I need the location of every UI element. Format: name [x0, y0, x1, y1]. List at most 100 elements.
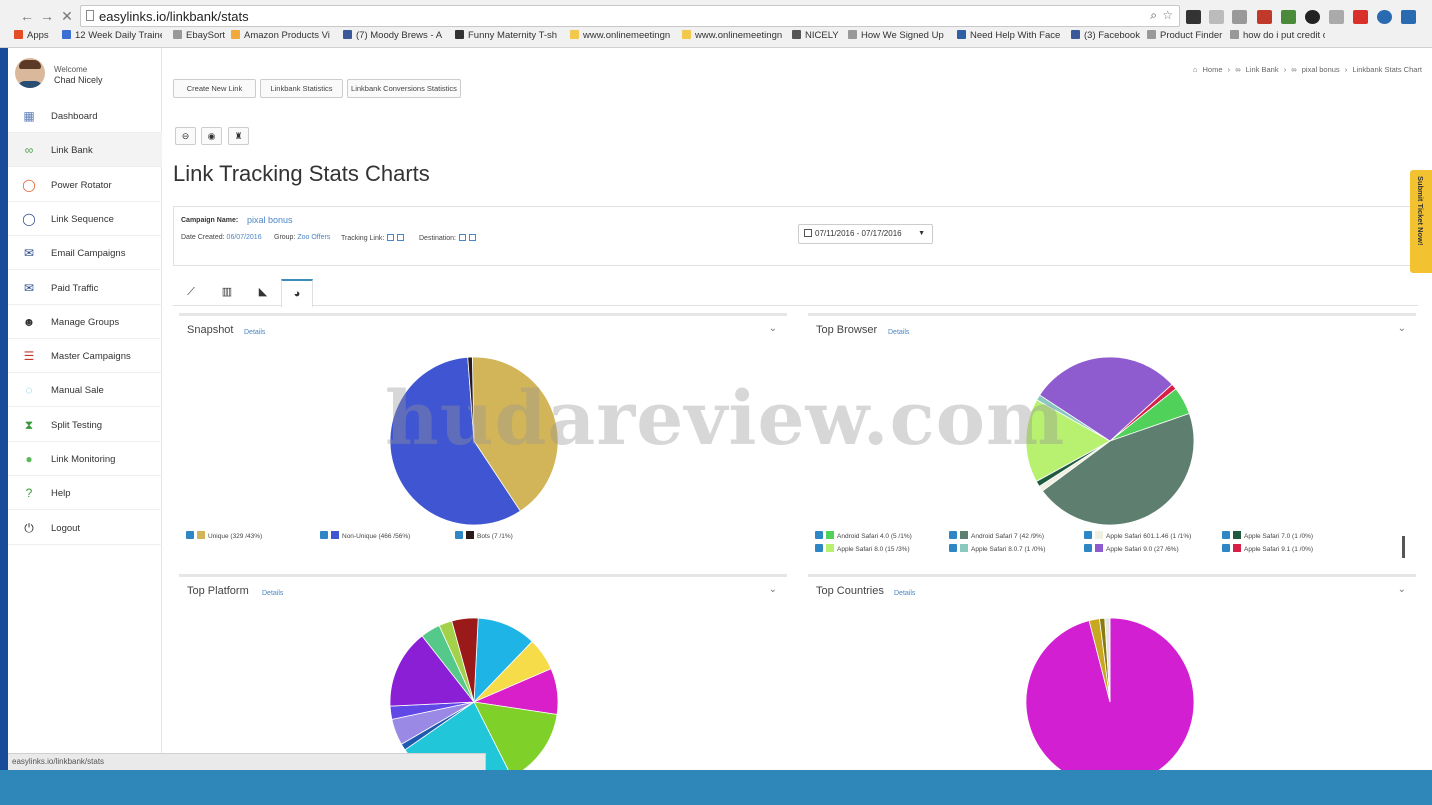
checkbox-icon[interactable] [949, 531, 957, 539]
legend-item[interactable]: Apple Safari 9.1 (1 /0%) [1222, 544, 1313, 553]
sidebar-item-manual-sale[interactable]: ◌ Manual Sale [8, 373, 162, 408]
bookmark-item[interactable]: NICELY [792, 30, 840, 41]
bookmark-item[interactable]: Need Help With Face [957, 30, 1062, 41]
linkbank-statistics-button[interactable]: Linkbank Statistics [260, 79, 343, 98]
date-created: Date Created: 06/07/2016 [181, 234, 262, 241]
back-icon[interactable]: ← [18, 7, 36, 25]
legend-item[interactable]: Apple Safari 601.1.46 (1 /1%) [1084, 531, 1191, 540]
checkbox-icon[interactable] [186, 531, 194, 539]
legend-scrollbar[interactable] [1402, 536, 1405, 558]
star-icon[interactable]: ☆ [1162, 8, 1173, 22]
bookmark-item[interactable]: how do i put credit c [1230, 30, 1325, 41]
chevron-down-icon[interactable]: ⌄ [769, 584, 777, 595]
legend-item[interactable]: Apple Safari 7.0 (1 /0%) [1222, 531, 1313, 540]
checkbox-icon[interactable] [455, 531, 463, 539]
campaign-name-link[interactable]: pixal bonus [247, 215, 293, 225]
extension-icon[interactable] [1281, 10, 1296, 24]
checkbox-icon[interactable] [320, 531, 328, 539]
checkbox-icon[interactable] [1084, 544, 1092, 552]
sidebar-item-split-testing[interactable]: ⧗ Split Testing [8, 408, 162, 442]
linkbank-conversions-button[interactable]: Linkbank Conversions Statistics [347, 79, 461, 98]
chevron-down-icon[interactable]: ⌄ [769, 323, 777, 334]
search-icon[interactable]: ⌕ [1150, 8, 1157, 23]
details-link[interactable]: Details [244, 329, 265, 336]
details-link[interactable]: Details [894, 590, 915, 597]
stop-loading-icon[interactable]: ✕ [58, 7, 76, 25]
sidebar-item-logout[interactable]: ⏻ Logout [8, 511, 162, 545]
bookmark-item[interactable]: How We Signed Up [848, 30, 948, 41]
sidebar: Welcome Chad Nicely ▦ Dashboard ∞ Link Bank… [8, 48, 162, 770]
bookmark-item[interactable]: (3) Facebook [1071, 30, 1143, 41]
sidebar-item-link-bank[interactable]: ∞ Link Bank [8, 133, 162, 168]
bookmark-item[interactable]: 12 Week Daily Traine [62, 30, 162, 41]
pdf-icon[interactable] [1353, 10, 1368, 24]
checkbox-icon[interactable] [949, 544, 957, 552]
forward-icon[interactable]: → [38, 7, 56, 25]
copy-icon[interactable] [458, 234, 466, 241]
submit-ticket-tab[interactable]: Submit Ticket Now! [1410, 170, 1432, 273]
checkbox-icon[interactable] [1222, 531, 1230, 539]
bookmark-icon [1147, 30, 1156, 39]
checkbox-icon[interactable] [815, 531, 823, 539]
cart-icon[interactable] [1257, 10, 1272, 24]
breadcrumb-item[interactable]: Home [1203, 65, 1223, 74]
sidebar-item-help[interactable]: ? Help [8, 476, 162, 511]
sidebar-item-paid-traffic[interactable]: ✉ Paid Traffic [8, 271, 162, 305]
checkbox-icon[interactable] [815, 544, 823, 552]
extension-icon[interactable] [1209, 10, 1224, 24]
checkbox-icon[interactable] [1222, 544, 1230, 552]
extension-icon[interactable] [1401, 10, 1416, 24]
bookmark-item[interactable]: Funny Maternity T-sh [455, 30, 560, 41]
legend-item[interactable]: Apple Safari 8.0 (15 /3%) [815, 544, 910, 553]
bookmark-item[interactable]: EbaySort [173, 30, 225, 41]
bookmark-item[interactable]: Amazon Products Vi [231, 30, 336, 41]
legend-item[interactable]: Apple Safari 8.0.7 (1 /0%) [949, 544, 1045, 553]
line-chart-tab[interactable]: ⟋ [175, 279, 207, 305]
chevron-down-icon[interactable]: ⌄ [1398, 323, 1406, 334]
group-link[interactable]: Zoo Offers [297, 234, 330, 241]
sidebar-item-link-sequence[interactable]: ◯ Link Sequence [8, 202, 162, 236]
extension-icon[interactable] [1186, 10, 1201, 24]
checkbox-icon[interactable] [1084, 531, 1092, 539]
date-range-picker[interactable]: 07/11/2016 - 07/17/2016 ▼ [798, 224, 933, 244]
external-link-icon[interactable] [397, 234, 405, 241]
sidebar-item-dashboard[interactable]: ▦ Dashboard [8, 99, 162, 133]
details-link[interactable]: Details [262, 590, 283, 597]
legend-item[interactable]: Apple Safari 9.0 (27 /6%) [1084, 544, 1179, 553]
extension-icon[interactable] [1232, 10, 1247, 24]
copy-icon[interactable] [387, 234, 395, 241]
sidebar-item-manage-groups[interactable]: ☻ Manage Groups [8, 305, 162, 339]
legend-item[interactable]: Android Safari 7 (42 /9%) [949, 531, 1044, 540]
taskbar [0, 770, 1432, 805]
bookmark-item[interactable]: Product Finder [1147, 30, 1227, 41]
bookmark-item[interactable]: (7) Moody Brews - A [343, 30, 448, 41]
sidebar-item-master-campaigns[interactable]: ☰ Master Campaigns [8, 339, 162, 374]
sidebar-item-email-campaigns[interactable]: ✉ Email Campaigns [8, 236, 162, 271]
extension-icon[interactable] [1305, 10, 1320, 24]
bookmark-item[interactable]: www.onlinemeetingn [570, 30, 675, 41]
bookmark-item[interactable]: Apps [14, 30, 54, 41]
legend-item[interactable]: Bots (7 /1%) [455, 531, 513, 540]
legend-item[interactable]: Non-Unique (466 /56%) [320, 531, 410, 540]
bookmark-item[interactable]: www.onlinemeetingn [682, 30, 787, 41]
extension-icon[interactable] [1377, 10, 1392, 24]
sidebar-item-power-rotator[interactable]: ◯ Power Rotator [8, 168, 162, 202]
create-new-link-button[interactable]: Create New Link [173, 79, 256, 98]
address-bar[interactable]: easylinks.io/linkbank/stats ⌕ ☆ [80, 5, 1180, 27]
globe-icon[interactable]: ◉ [201, 127, 222, 145]
legend-item[interactable]: Unique (329 /43%) [186, 531, 262, 540]
pie-chart-tab[interactable]: ◕ [281, 279, 313, 307]
extension-icon[interactable] [1329, 10, 1344, 24]
breadcrumb-item[interactable]: pixal bonus [1302, 65, 1340, 74]
trophy-icon[interactable]: ♜ [228, 127, 249, 145]
bar-chart-tab[interactable]: ▥ [211, 279, 243, 305]
details-link[interactable]: Details [888, 329, 909, 336]
external-link-icon[interactable] [468, 234, 476, 241]
legend-item[interactable]: Android Safari 4.0 (5 /1%) [815, 531, 912, 540]
dollar-icon[interactable]: ⊖ [175, 127, 196, 145]
chevron-down-icon[interactable]: ⌄ [1398, 584, 1406, 595]
area-chart-tab[interactable]: ◣ [247, 279, 279, 305]
caret-down-icon: ▼ [918, 230, 925, 237]
breadcrumb-item[interactable]: Link Bank [1246, 65, 1279, 74]
sidebar-item-link-monitoring[interactable]: ● Link Monitoring [8, 442, 162, 476]
